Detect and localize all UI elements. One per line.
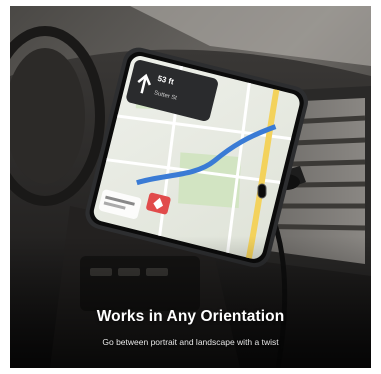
product-image-card: 53 ft Sutter St Works in Any Orientation [0,0,381,374]
caption-title: Works in Any Orientation [96,308,285,325]
caption-subtitle: Go between portrait and landscape with a… [102,337,279,347]
usb-c-port-icon [257,183,267,199]
